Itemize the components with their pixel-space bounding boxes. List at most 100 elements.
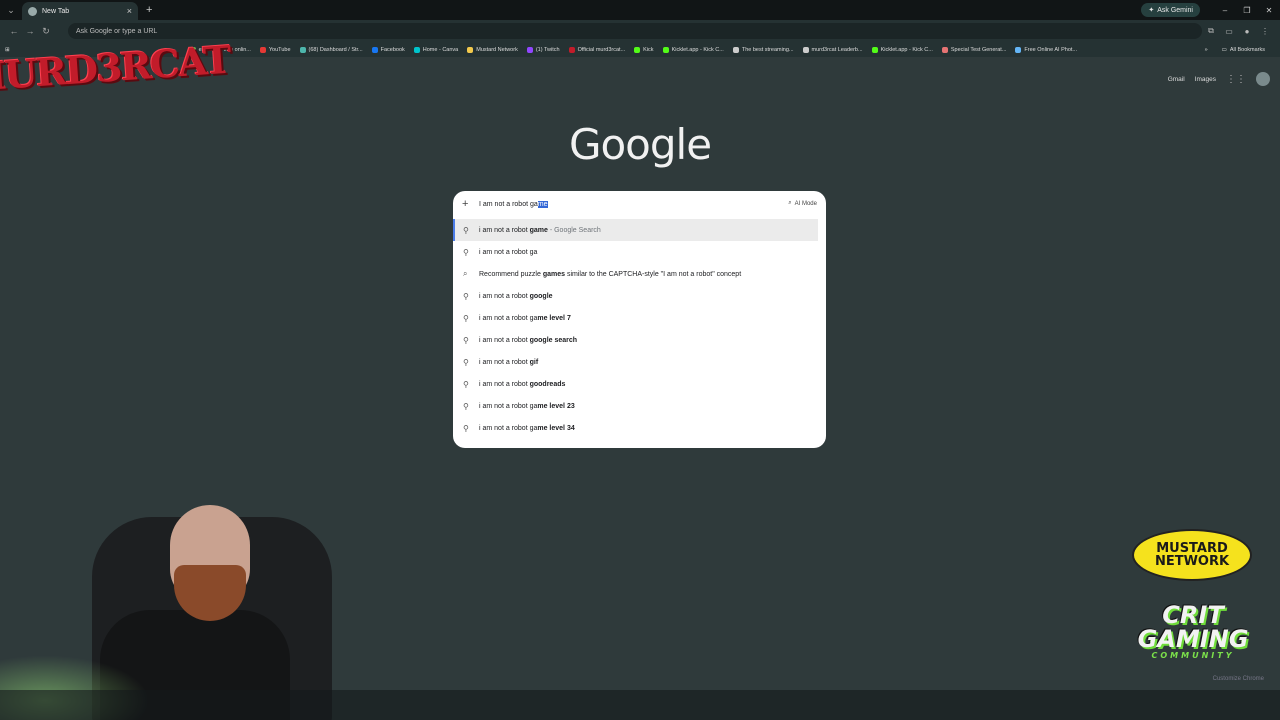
bookmark-label: Free Online AI Phot... (1024, 46, 1077, 53)
all-bookmarks-label: All Bookmarks (1229, 46, 1265, 53)
bookmark-favicon-icon (1015, 46, 1022, 53)
bookmark-label: murd3rcat Leaderb... (811, 46, 863, 53)
profile-icon[interactable]: ● (1238, 27, 1256, 36)
window-close-icon[interactable]: ✕ (1258, 6, 1280, 15)
bookmark-favicon-icon (526, 46, 533, 53)
bookmark-favicon-icon (802, 46, 809, 53)
suggestion-item[interactable]: ⚲ i am not a robot game - Google Search (453, 219, 818, 241)
suggestion-bold: google (529, 292, 553, 300)
suggestion-bold: goodreads (529, 380, 566, 388)
bookmark-item[interactable]: Free Online AI Phot... (1015, 46, 1077, 53)
bookmark-label: The best streaming... (741, 46, 794, 53)
suggestion-bold: google search (529, 336, 578, 344)
suggestion-bold: game (529, 226, 548, 234)
folder-icon: ▭ (1221, 46, 1227, 53)
bookmark-item[interactable]: Special Test Generat... (941, 46, 1006, 53)
bookmark-label: Kicklet.app - Kick C... (671, 46, 724, 53)
bookmark-item[interactable]: Kick (634, 46, 654, 53)
search-dropdown: + I am not a robot game ⌕ AI Mode ⚲ i am … (453, 191, 826, 448)
bookmark-item[interactable]: Home - Canva (413, 46, 459, 53)
bookmark-item[interactable]: Kicklet.app - Kick C... (871, 46, 933, 53)
search-icon: ⚲ (463, 247, 469, 257)
suggestion-item[interactable]: ⚲ i am not a robot gif (453, 351, 826, 373)
suggestion-item[interactable]: ⚲ i am not a robot ga (453, 241, 826, 263)
images-link[interactable]: Images (1195, 76, 1216, 83)
suggestion-item[interactable]: ⚲ i am not a robot google search (453, 329, 826, 351)
bookmark-label: (68) Dashboard / Str... (308, 46, 363, 53)
ai-mode-button[interactable]: ⌕ AI Mode (788, 200, 817, 207)
bookmark-item[interactable]: murd3rcat Leaderb... (802, 46, 863, 53)
bookmark-favicon-icon (634, 46, 641, 53)
bookmark-item[interactable]: (1) Twitch (526, 46, 560, 53)
bookmark-item[interactable]: Official murd3rcat... (568, 46, 626, 53)
new-tab-button[interactable]: + (146, 4, 152, 16)
crit-line1: CRIT (1162, 600, 1224, 629)
bookmark-item[interactable]: Kicklet.app - Kick C... (662, 46, 724, 53)
search-icon: ⚲ (463, 225, 469, 235)
bookmark-favicon-icon (259, 46, 266, 53)
tab-title: New Tab (42, 7, 70, 15)
crit-gaming-logo: CRIT GAMING COMMUNITY (1125, 596, 1261, 666)
bookmark-favicon-icon (662, 46, 669, 53)
maximize-icon[interactable]: ❐ (1236, 6, 1258, 15)
bookmark-favicon-icon (371, 46, 378, 53)
suggestion-item[interactable]: ⚲ i am not a robot ga me level 7 (453, 307, 826, 329)
google-apps-icon[interactable]: ⋮⋮ (1226, 74, 1246, 85)
ai-mode-label: AI Mode (794, 200, 817, 207)
bookmark-label: Kicklet.app - Kick C... (880, 46, 933, 53)
suggestion-prefix: i am not a robot ga (479, 402, 538, 410)
bookmark-favicon-icon (467, 46, 474, 53)
bookmark-item[interactable]: Facebook (371, 46, 405, 53)
bookmark-label: Official murd3rcat... (577, 46, 626, 53)
all-bookmarks-button[interactable]: ▭ All Bookmarks (1222, 47, 1265, 53)
bookmark-favicon-icon (568, 46, 575, 53)
suggestion-bold: me level 34 (537, 424, 575, 432)
close-tab-icon[interactable]: × (127, 6, 132, 16)
customize-chrome-button[interactable]: Customize Chrome (1213, 676, 1264, 682)
search-icon: ⚲ (463, 401, 469, 411)
bookmark-item[interactable]: (68) Dashboard / Str... (299, 46, 363, 53)
tab-search-icon[interactable]: ⌄ (2, 5, 20, 16)
ask-gemini-button[interactable]: ✦ Ask Gemini (1141, 3, 1200, 17)
bookmark-item[interactable]: The best streaming... (732, 46, 794, 53)
add-icon[interactable]: + (462, 198, 468, 210)
address-bar[interactable]: Ask Google or type a URL (68, 23, 1202, 39)
bookmark-item[interactable]: YouTube (259, 46, 291, 53)
suggestion-bold: me level 7 (537, 314, 571, 322)
avatar[interactable] (1256, 72, 1270, 86)
bookmark-label: Home - Canva (422, 46, 459, 53)
suggestion-item[interactable]: ⚲ i am not a robot ga me level 23 (453, 395, 826, 417)
bookmark-label: YouTube (268, 46, 291, 53)
suggestion-list: ⚲ i am not a robot game - Google Search ⚲ i… (453, 219, 826, 439)
ask-gemini-label: Ask Gemini (1157, 6, 1193, 14)
suggestion-prefix: i am not a robot (479, 358, 530, 366)
mustard-line2: NETWORK (1154, 554, 1230, 569)
bookmarks-overflow-icon[interactable]: » (1205, 47, 1208, 53)
google-top-links: Gmail Images ⋮⋮ (1168, 72, 1270, 86)
minimize-icon[interactable]: – (1214, 6, 1236, 15)
suggestion-prefix: i am not a robot (479, 226, 530, 234)
search-icon: ⚲ (463, 379, 469, 389)
menu-icon[interactable]: ⋮ (1256, 27, 1274, 36)
gmail-link[interactable]: Gmail (1168, 76, 1185, 83)
suggestion-item[interactable]: ⚲ i am not a robot google (453, 285, 826, 307)
bookmark-favicon-icon (732, 46, 739, 53)
bookmark-label: Kick (643, 46, 654, 53)
extensions-icon[interactable]: ⧉ (1202, 26, 1220, 36)
search-icon: ⚲ (463, 357, 469, 367)
suggestion-item[interactable]: ⚲ i am not a robot goodreads (453, 373, 826, 395)
chrome-icon (28, 6, 37, 16)
search-query[interactable]: I am not a robot game (479, 201, 548, 208)
bookmark-item[interactable]: Mustard Network (467, 46, 518, 53)
query-autocomplete: me (537, 201, 548, 208)
mustard-network-logo: MUSTARD NETWORK (1132, 529, 1252, 581)
suggestion-item[interactable]: ⚲ i am not a robot ga me level 34 (453, 417, 826, 439)
suggestion-item[interactable]: ⌕ Recommend puzzle games similar to the C… (453, 263, 826, 285)
search-input[interactable]: + I am not a robot game ⌕ AI Mode (453, 191, 826, 219)
google-logo: Google (568, 120, 712, 169)
bookmark-favicon-icon (871, 46, 878, 53)
crit-line3: COMMUNITY (1151, 650, 1235, 660)
suggestion-prefix: i am not a robot ga (479, 424, 538, 432)
tab-new-tab[interactable]: New Tab × (22, 2, 138, 20)
cast-icon[interactable]: ▭ (1220, 27, 1238, 36)
